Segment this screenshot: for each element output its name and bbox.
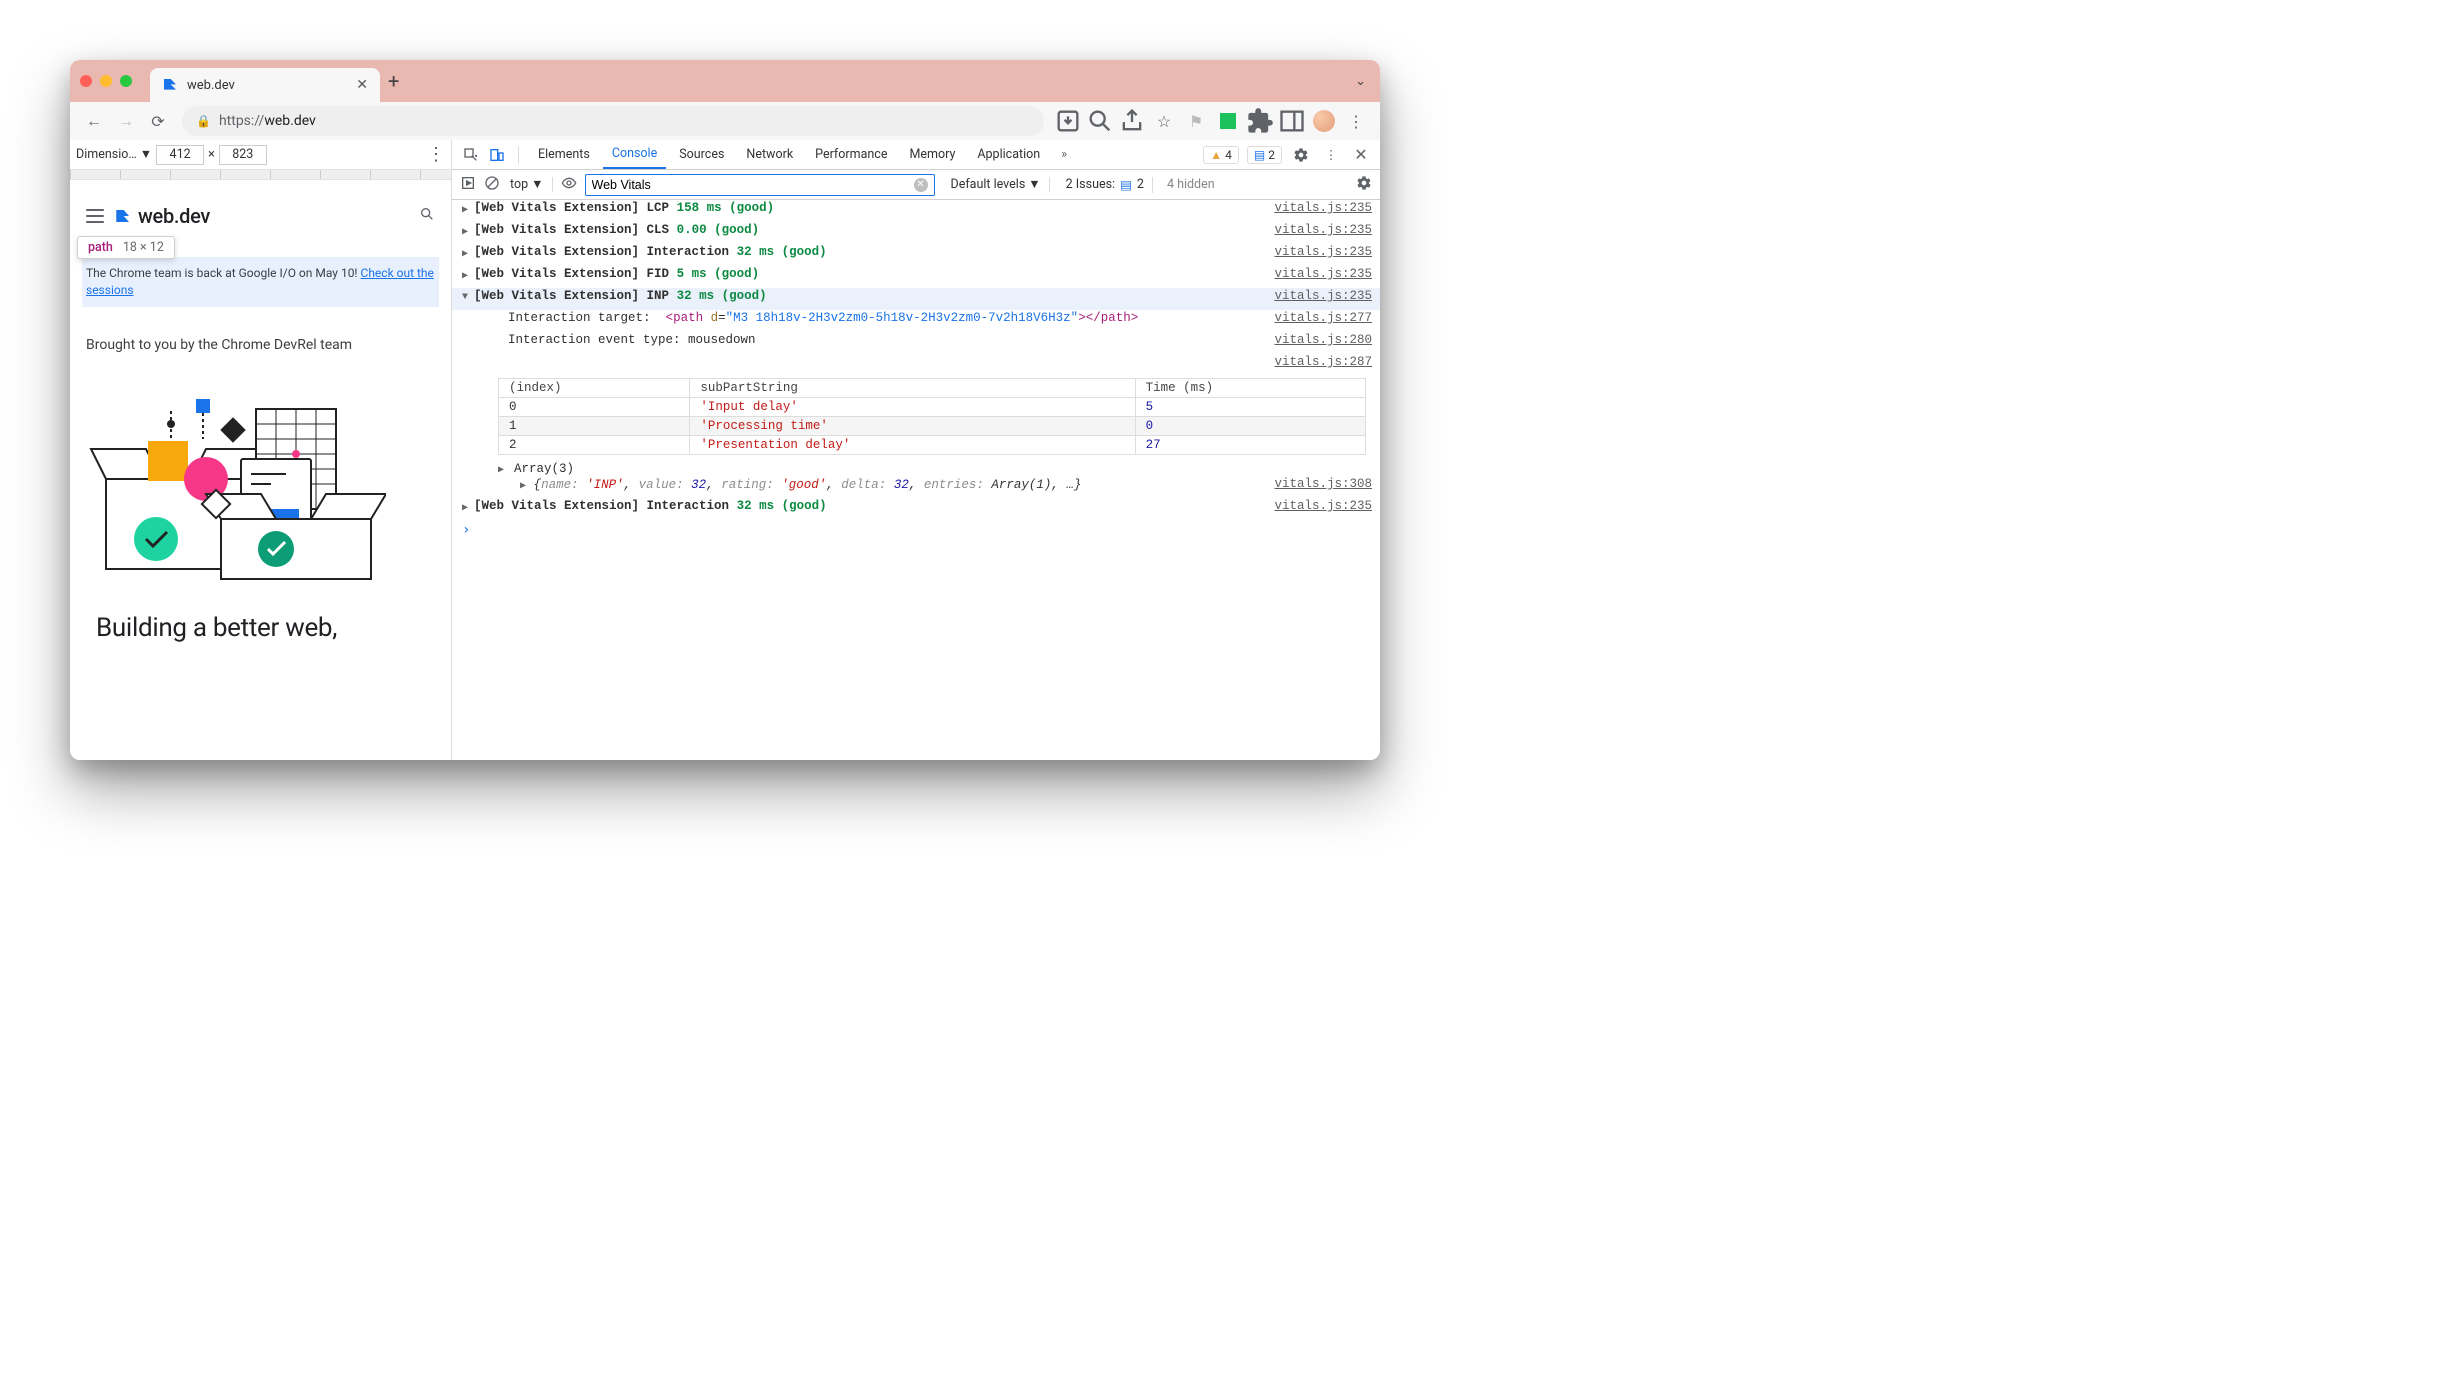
toolbar: ← → ⟳ 🔒 https://web.dev ☆ ⚑ ⋮ bbox=[70, 102, 1380, 140]
tab-elements[interactable]: Elements bbox=[529, 140, 599, 169]
height-input[interactable]: 823 bbox=[219, 145, 267, 165]
browser-tab[interactable]: web.dev ✕ bbox=[150, 68, 380, 102]
devtools-close-icon[interactable]: ✕ bbox=[1350, 144, 1372, 166]
url-protocol: https:// bbox=[219, 113, 264, 129]
devtools-menu-icon[interactable]: ⋮ bbox=[1320, 144, 1342, 166]
hidden-count: 4 hidden bbox=[1161, 177, 1221, 192]
ruler bbox=[70, 170, 451, 180]
issues-button[interactable]: 2 Issues: ▤ 2 bbox=[1058, 177, 1153, 193]
back-button[interactable]: ← bbox=[80, 107, 108, 135]
element-tooltip: path 18 × 12 bbox=[77, 236, 439, 259]
search-icon[interactable] bbox=[419, 206, 435, 227]
tab-network[interactable]: Network bbox=[737, 140, 802, 169]
new-tab-button[interactable]: + bbox=[388, 69, 399, 93]
source-link[interactable]: vitals.js:308 bbox=[1264, 477, 1372, 491]
hero-headline: Building a better web, bbox=[82, 603, 439, 643]
share-icon[interactable] bbox=[1118, 107, 1146, 135]
settings-icon[interactable] bbox=[1290, 144, 1312, 166]
tab-sources[interactable]: Sources bbox=[670, 140, 733, 169]
source-link[interactable]: vitals.js:277 bbox=[1264, 311, 1372, 325]
console-row-expanded[interactable]: ▼ [Web Vitals Extension] INP 32 ms (good… bbox=[452, 288, 1380, 310]
site-logo[interactable]: web.dev bbox=[114, 204, 210, 228]
favicon-icon bbox=[162, 77, 178, 93]
console-output: ▶ [Web Vitals Extension] LCP 158 ms (goo… bbox=[452, 200, 1380, 760]
inspect-icon[interactable] bbox=[460, 144, 482, 166]
console-row[interactable]: ▶ [Web Vitals Extension] LCP 158 ms (goo… bbox=[452, 200, 1380, 222]
console-object-row[interactable]: ▶ {name: 'INP', value: 32, rating: 'good… bbox=[452, 476, 1380, 498]
address-bar[interactable]: 🔒 https://web.dev bbox=[182, 106, 1044, 136]
source-link[interactable]: vitals.js:235 bbox=[1264, 245, 1372, 259]
credit-text: Brought to you by the Chrome DevRel team bbox=[82, 307, 439, 365]
clear-filter-icon[interactable]: ✕ bbox=[914, 178, 928, 192]
source-link[interactable]: vitals.js:235 bbox=[1264, 223, 1372, 237]
extension-square-icon[interactable] bbox=[1214, 107, 1242, 135]
console-prompt[interactable]: › bbox=[452, 520, 1380, 540]
source-link[interactable]: vitals.js:235 bbox=[1264, 267, 1372, 281]
console-row[interactable]: ▶ [Web Vitals Extension] FID 5 ms (good)… bbox=[452, 266, 1380, 288]
chrome-menu-icon[interactable]: ⋮ bbox=[1342, 107, 1370, 135]
announcement-banner: The Chrome team is back at Google I/O on… bbox=[82, 257, 439, 307]
devtools-panel: Elements Console Sources Network Perform… bbox=[452, 140, 1380, 760]
tab-console[interactable]: Console bbox=[603, 140, 666, 169]
sidepanel-icon[interactable] bbox=[1278, 107, 1306, 135]
device-mode-pane: Dimensio…▼ 412 × 823 ⋮ web.dev bbox=[70, 140, 452, 760]
title-bar: web.dev ✕ + ⌄ bbox=[70, 60, 1380, 102]
tab-performance[interactable]: Performance bbox=[806, 140, 896, 169]
source-link[interactable]: vitals.js:235 bbox=[1264, 201, 1372, 215]
console-row[interactable]: ▶ [Web Vitals Extension] CLS 0.00 (good)… bbox=[452, 222, 1380, 244]
messages-badge[interactable]: ▤2 bbox=[1247, 146, 1282, 164]
console-row[interactable]: ▶ [Web Vitals Extension] Interaction 32 … bbox=[452, 244, 1380, 266]
source-link[interactable]: vitals.js:235 bbox=[1264, 289, 1372, 303]
device-menu-icon[interactable]: ⋮ bbox=[427, 151, 445, 159]
maximize-window-button[interactable] bbox=[120, 75, 132, 87]
profile-avatar[interactable] bbox=[1310, 107, 1338, 135]
console-toolbar: top▼ ✕ Default levels▼ 2 Issues: ▤ 2 4 h… bbox=[452, 170, 1380, 200]
console-settings-icon[interactable] bbox=[1356, 175, 1372, 195]
bookmark-icon[interactable]: ☆ bbox=[1150, 107, 1178, 135]
devtools-tablist: Elements Console Sources Network Perform… bbox=[452, 140, 1380, 170]
tab-application[interactable]: Application bbox=[968, 140, 1049, 169]
reload-button[interactable]: ⟳ bbox=[144, 107, 172, 135]
forward-button[interactable]: → bbox=[112, 107, 140, 135]
source-link[interactable]: vitals.js:235 bbox=[1264, 499, 1372, 513]
browser-window: web.dev ✕ + ⌄ ← → ⟳ 🔒 https://web.dev ☆ … bbox=[70, 60, 1380, 760]
install-icon[interactable] bbox=[1054, 107, 1082, 135]
hero-illustration bbox=[82, 365, 439, 603]
tab-title: web.dev bbox=[187, 78, 347, 93]
warnings-badge[interactable]: ▲4 bbox=[1203, 146, 1239, 164]
clear-console-icon[interactable] bbox=[484, 175, 500, 195]
minimize-window-button[interactable] bbox=[100, 75, 112, 87]
live-expression-icon[interactable] bbox=[561, 175, 577, 195]
context-selector[interactable]: top▼ bbox=[508, 177, 553, 192]
menu-icon[interactable] bbox=[86, 209, 104, 223]
array-summary[interactable]: ▶Array(3) bbox=[452, 461, 1380, 476]
zoom-icon[interactable] bbox=[1086, 107, 1114, 135]
url-host: web.dev bbox=[264, 113, 316, 129]
console-table: (index) subPartString Time (ms) 0'Input … bbox=[498, 378, 1366, 455]
tab-memory[interactable]: Memory bbox=[900, 140, 964, 169]
play-icon[interactable] bbox=[460, 175, 476, 195]
console-sub-row: Interaction event type: mousedown vitals… bbox=[452, 332, 1380, 354]
site-header: web.dev bbox=[82, 198, 439, 238]
flag-icon[interactable]: ⚑ bbox=[1182, 107, 1210, 135]
console-row[interactable]: ▶ [Web Vitals Extension] Interaction 32 … bbox=[452, 498, 1380, 520]
device-toolbar: Dimensio…▼ 412 × 823 ⋮ bbox=[70, 140, 451, 170]
extensions-icon[interactable] bbox=[1246, 107, 1274, 135]
lock-icon: 🔒 bbox=[196, 114, 211, 128]
log-levels-select[interactable]: Default levels▼ bbox=[943, 177, 1050, 192]
console-filter-input[interactable]: ✕ bbox=[585, 174, 935, 196]
console-sub-row: vitals.js:287 bbox=[452, 354, 1380, 376]
device-toggle-icon[interactable] bbox=[486, 144, 508, 166]
source-link[interactable]: vitals.js:280 bbox=[1264, 333, 1372, 347]
dimensions-select[interactable]: Dimensio…▼ bbox=[76, 147, 152, 162]
width-input[interactable]: 412 bbox=[156, 145, 204, 165]
tabs-menu-icon[interactable]: ⌄ bbox=[1355, 74, 1366, 89]
tab-close-icon[interactable]: ✕ bbox=[356, 77, 368, 93]
console-sub-row: Interaction target: <path d="M3 18h18v-2… bbox=[452, 310, 1380, 332]
window-controls bbox=[80, 75, 132, 87]
source-link[interactable]: vitals.js:287 bbox=[1264, 355, 1372, 369]
more-tabs-icon[interactable]: » bbox=[1053, 144, 1075, 166]
close-window-button[interactable] bbox=[80, 75, 92, 87]
times-label: × bbox=[208, 147, 215, 162]
